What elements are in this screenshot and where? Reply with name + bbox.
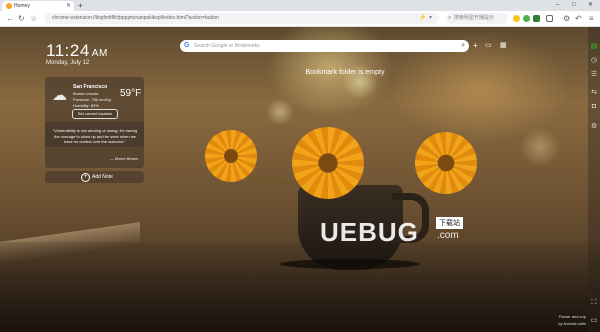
bookmark-empty-message: Bookmark folder is empty (305, 69, 385, 76)
bookmark-star-icon[interactable]: ☆ (30, 13, 37, 24)
clock: 11:24 AM (46, 41, 108, 61)
undo-icon[interactable]: ↶ (575, 13, 582, 24)
weather-condition: Broken clouds (73, 91, 99, 96)
clock-time: 11:24 (46, 41, 90, 60)
table-surface (0, 242, 600, 332)
plus-icon: + (81, 173, 90, 182)
browser-toolbar: ← ↻ ☆ chrome-extension://ilnjdmfiflfcfpp… (0, 11, 600, 27)
magnifier-icon[interactable]: ⌕ (461, 40, 465, 52)
flower-right (415, 132, 477, 194)
url-text[interactable]: chrome-extension://ilnjdmfiflfcfpppjmcna… (52, 13, 219, 24)
quote-text: "Vulnerability is not winning or losing;… (52, 128, 138, 144)
grid-icon[interactable]: ▦ (500, 41, 507, 51)
watermark-suffix: .com (437, 230, 459, 241)
tab-close-icon[interactable]: ✕ (66, 2, 71, 10)
tab-title: Homey (14, 3, 30, 9)
maximize-button[interactable]: □ (572, 0, 576, 11)
photo-credit-title: Flower and cup (558, 314, 586, 319)
right-sidebar: ▤ ◷ ☰ ⇆ ◘ ⚙ ⛶ ▭ (588, 27, 600, 332)
watermark-badge: 下载站 (436, 217, 463, 229)
settings-icon[interactable]: ⚙ (563, 13, 570, 24)
image-icon[interactable]: ▭ (485, 41, 492, 51)
search-input[interactable] (194, 41, 444, 51)
watermark-logo: UEBUG (320, 217, 419, 247)
tab-bar: Homey ✕ + ‒ □ ✕ (0, 0, 600, 11)
add-note-button[interactable]: + Add Note (45, 171, 144, 183)
add-bookmark-icon[interactable]: + (473, 41, 478, 51)
extensions-grid-icon[interactable] (546, 15, 553, 22)
clock-icon[interactable]: ◷ (590, 57, 598, 65)
tab-homey[interactable]: Homey ✕ (2, 1, 74, 11)
minimize-button[interactable]: ‒ (556, 0, 559, 11)
menu-icon[interactable]: ≡ (589, 13, 594, 24)
fullscreen-icon[interactable]: ⛶ (590, 299, 598, 307)
flower-left (205, 130, 257, 182)
cloud-icon: ☁ (52, 87, 67, 104)
settings-gear-icon[interactable]: ⚙ (590, 123, 598, 131)
extension-icon[interactable] (523, 15, 530, 22)
notes-icon[interactable]: ▤ (590, 43, 598, 51)
list-icon[interactable]: ☰ (590, 71, 598, 79)
lightning-icon[interactable]: ⚡ (419, 13, 426, 24)
cup-shadow (280, 259, 420, 269)
extension-icon[interactable] (533, 15, 540, 22)
quote-widget: "Vulnerability is not winning or losing;… (45, 122, 144, 168)
weather-temperature: 59°F (120, 88, 142, 99)
weather-humidity: Humidity: 83% (73, 103, 99, 108)
reload-icon[interactable]: ↻ (18, 13, 25, 24)
address-bar[interactable]: chrome-extension://ilnjdmfiflfcfpppjmcna… (44, 13, 439, 24)
weather-city: San Francisco (73, 84, 108, 90)
clock-ampm: AM (91, 48, 108, 59)
photo-credit-author[interactable]: by Avinash.lathi (558, 321, 586, 326)
link-icon[interactable]: ⇆ (590, 89, 598, 97)
image-info-icon[interactable]: ▭ (590, 317, 598, 325)
quote-author: — Brene Brown (109, 156, 138, 161)
add-note-label: Add Note (92, 174, 113, 180)
toolbar-search-box[interactable]: ⌕ 搜索明星开播提示 (446, 13, 508, 24)
weather-pressure: Pressure: 758 mmHg (73, 97, 111, 102)
search-bar: G ⌕ (180, 40, 469, 52)
google-icon: G (184, 42, 190, 49)
back-icon[interactable]: ← (6, 13, 14, 24)
flower-center (292, 127, 364, 199)
search-icon: ⌕ (448, 15, 452, 21)
set-location-button[interactable]: Set current location (72, 109, 118, 119)
camera-icon[interactable]: ◘ (590, 103, 598, 111)
new-tab-page: 11:24 AM Monday, July 12 ☁ San Francisco … (0, 27, 600, 332)
close-window-button[interactable]: ✕ (588, 0, 593, 11)
new-tab-button[interactable]: + (78, 0, 83, 11)
date: Monday, July 12 (46, 60, 90, 66)
homey-favicon-icon (6, 3, 12, 9)
toolbar-search-placeholder: 搜索明星开播提示 (454, 15, 495, 21)
dropdown-icon[interactable]: ▾ (429, 13, 432, 24)
extension-icon[interactable] (513, 15, 520, 22)
